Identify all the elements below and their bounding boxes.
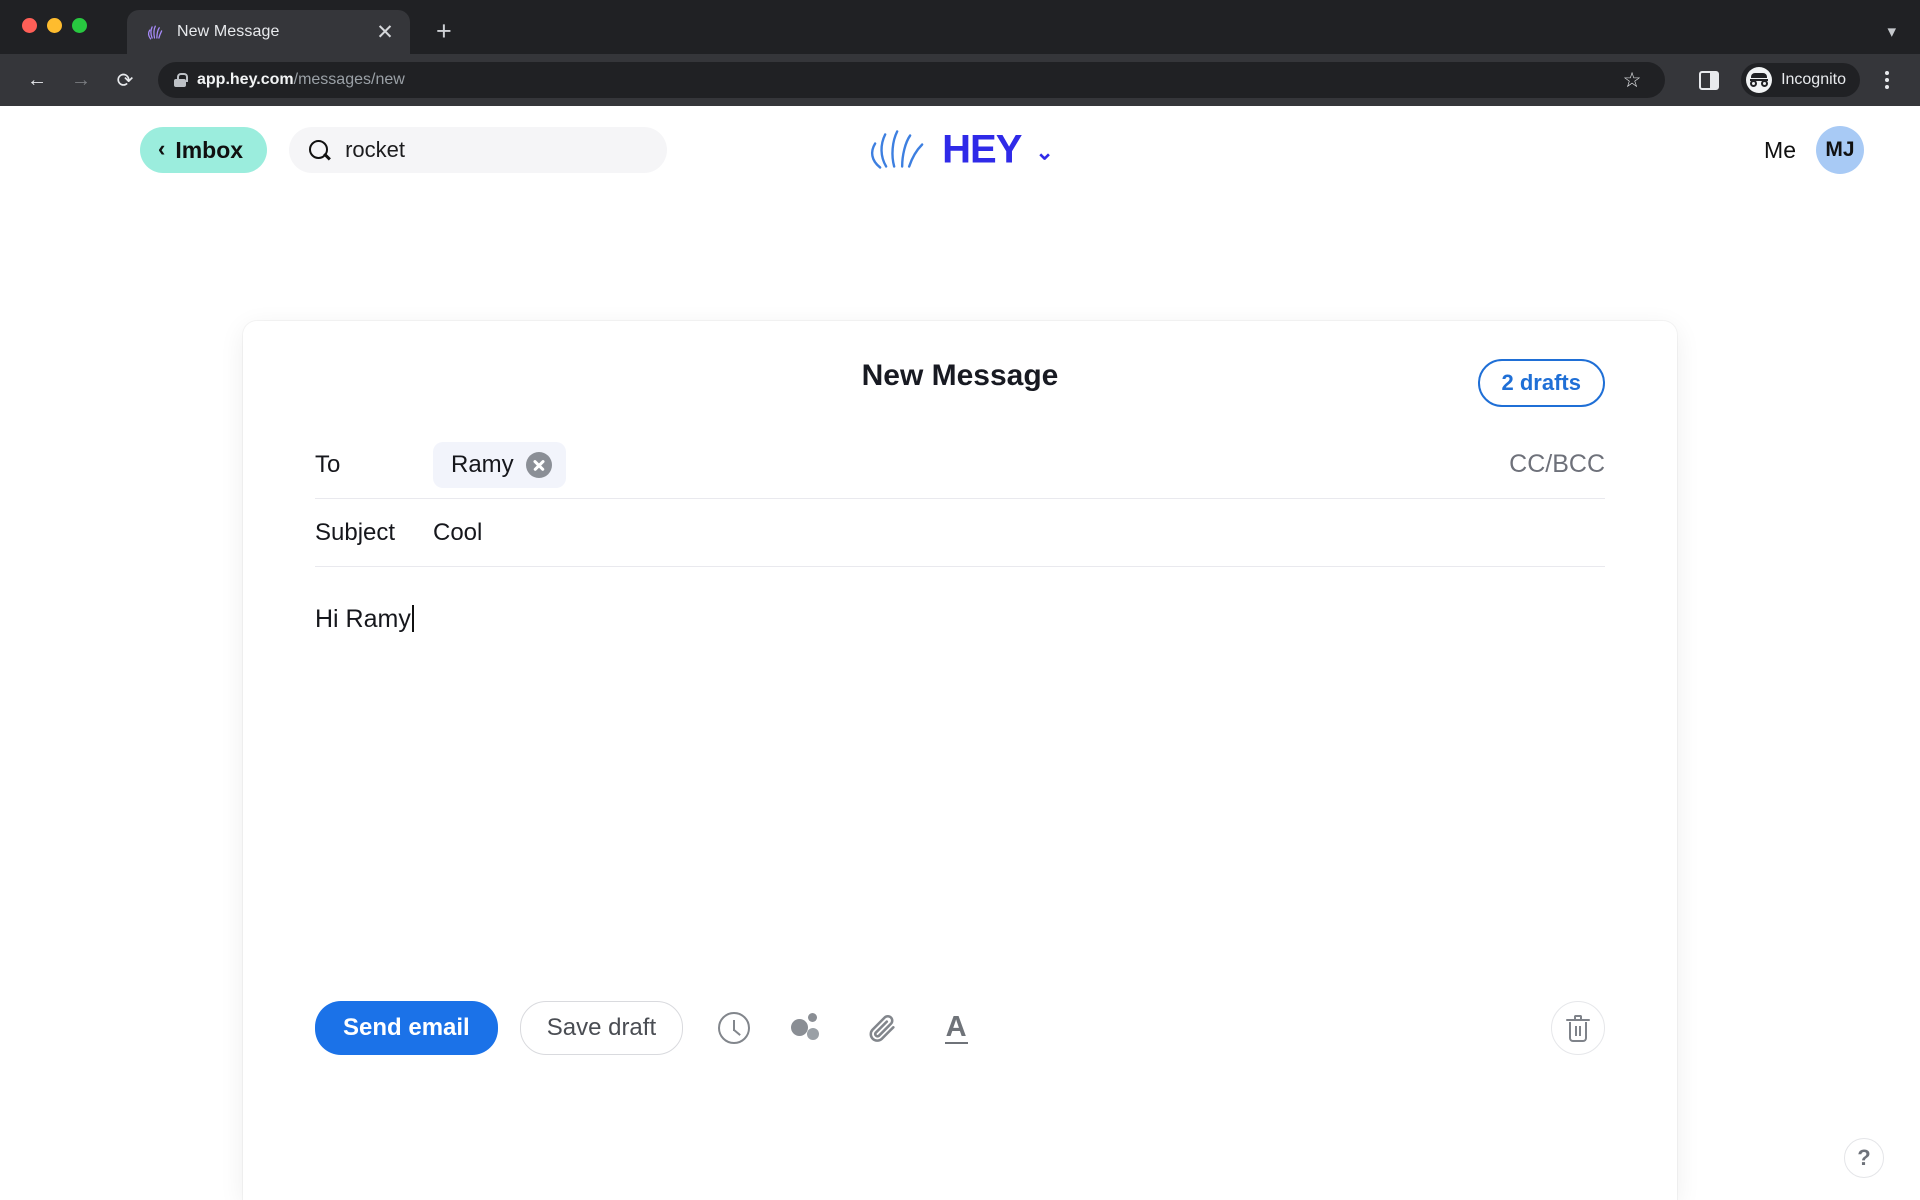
minimize-window-button[interactable] [47,18,62,33]
app-header-right: Me MJ [1764,126,1864,174]
bubbles-icon[interactable] [785,1005,831,1051]
chevron-down-icon[interactable]: ▾ [1887,22,1896,42]
me-label[interactable]: Me [1764,137,1796,164]
ccbcc-button[interactable]: CC/BCC [1509,450,1605,479]
search-value: rocket [345,137,405,162]
kebab-menu-icon[interactable] [1872,68,1902,92]
url-path: /messages/new [293,71,405,88]
trash-icon[interactable] [1551,1001,1605,1055]
browser-window: New Message ✕ + ▾ ← → ⟳ app.hey.com/mess… [0,0,1920,1200]
text-format-icon[interactable]: A [933,1005,979,1051]
star-icon[interactable]: ☆ [1615,68,1649,93]
message-body-text: Hi Ramy [315,605,411,633]
compose-toolbar: Send email Save draft A [315,1001,1605,1055]
hey-logo[interactable]: HEY ⌄ [866,126,1054,175]
compose-card: New Message 2 drafts To Ramy CC/BCC Subj… [243,321,1677,1200]
recipient-chip[interactable]: Ramy [433,441,566,488]
search-input[interactable]: rocket [289,127,668,173]
incognito-icon [1746,67,1773,93]
message-body-editor[interactable]: Hi Ramy [315,567,1605,867]
hey-hand-icon [145,23,164,42]
close-circle-icon[interactable] [525,451,552,478]
side-panel-icon[interactable] [1699,70,1720,90]
window-traffic-lights [22,18,87,33]
browser-tab[interactable]: New Message ✕ [127,10,410,54]
send-email-button[interactable]: Send email [315,1001,498,1055]
arrow-right-icon[interactable]: → [62,61,100,99]
incognito-label: Incognito [1781,71,1846,88]
page-viewport: ‹ Imbox rocket HEY ⌄ Me MJ New Message 2… [0,106,1920,1200]
page-title: New Message [861,359,1059,392]
text-format-glyph: A [944,1010,968,1045]
search-icon [309,139,330,161]
address-bar[interactable]: app.hey.com/messages/new ☆ [158,62,1666,98]
help-button[interactable]: ? [1844,1138,1884,1178]
imbox-back-button[interactable]: ‹ Imbox [140,127,268,173]
browser-titlebar: New Message ✕ + ▾ [0,0,1920,54]
to-label: To [315,450,341,478]
incognito-glasses [1750,80,1769,88]
compose-header: New Message 2 drafts [315,321,1605,431]
paperclip-icon[interactable] [859,1005,905,1051]
imbox-label: Imbox [175,136,244,163]
browser-toolbar: ← → ⟳ app.hey.com/messages/new ☆ Incogni… [0,54,1920,106]
trash-glyph [1566,1014,1590,1042]
maximize-window-button[interactable] [72,18,87,33]
save-draft-button[interactable]: Save draft [519,1001,684,1055]
subject-input[interactable]: Cool [433,519,482,547]
close-window-button[interactable] [22,18,37,33]
address-bar-url: app.hey.com/messages/new [197,71,405,89]
tab-title: New Message [177,23,280,40]
url-host: app.hey.com [197,71,294,88]
lock-icon [174,73,188,87]
arrow-left-icon[interactable]: ← [18,61,56,99]
tab-strip: New Message ✕ + [127,0,452,54]
reload-icon[interactable]: ⟳ [106,61,144,99]
chevron-down-icon[interactable]: ⌄ [1035,139,1053,165]
app-header: ‹ Imbox rocket HEY ⌄ Me MJ [0,106,1920,194]
clock-icon[interactable] [711,1005,757,1051]
subject-label: Subject [315,518,396,546]
hey-wordmark: HEY [942,127,1022,172]
plus-icon[interactable]: + [436,18,452,45]
to-field-row[interactable]: To Ramy CC/BCC [315,431,1605,499]
drafts-button[interactable]: 2 drafts [1477,359,1605,407]
omnibox-actions: ☆ [1615,68,1649,93]
avatar[interactable]: MJ [1816,126,1864,174]
chevron-left-icon: ‹ [158,136,166,161]
hey-hand-icon [866,126,928,175]
subject-field-row[interactable]: Subject Cool [315,499,1605,567]
text-caret [411,605,414,632]
recipient-name: Ramy [451,450,514,478]
close-icon[interactable]: ✕ [374,22,396,43]
incognito-indicator[interactable]: Incognito [1741,63,1860,97]
